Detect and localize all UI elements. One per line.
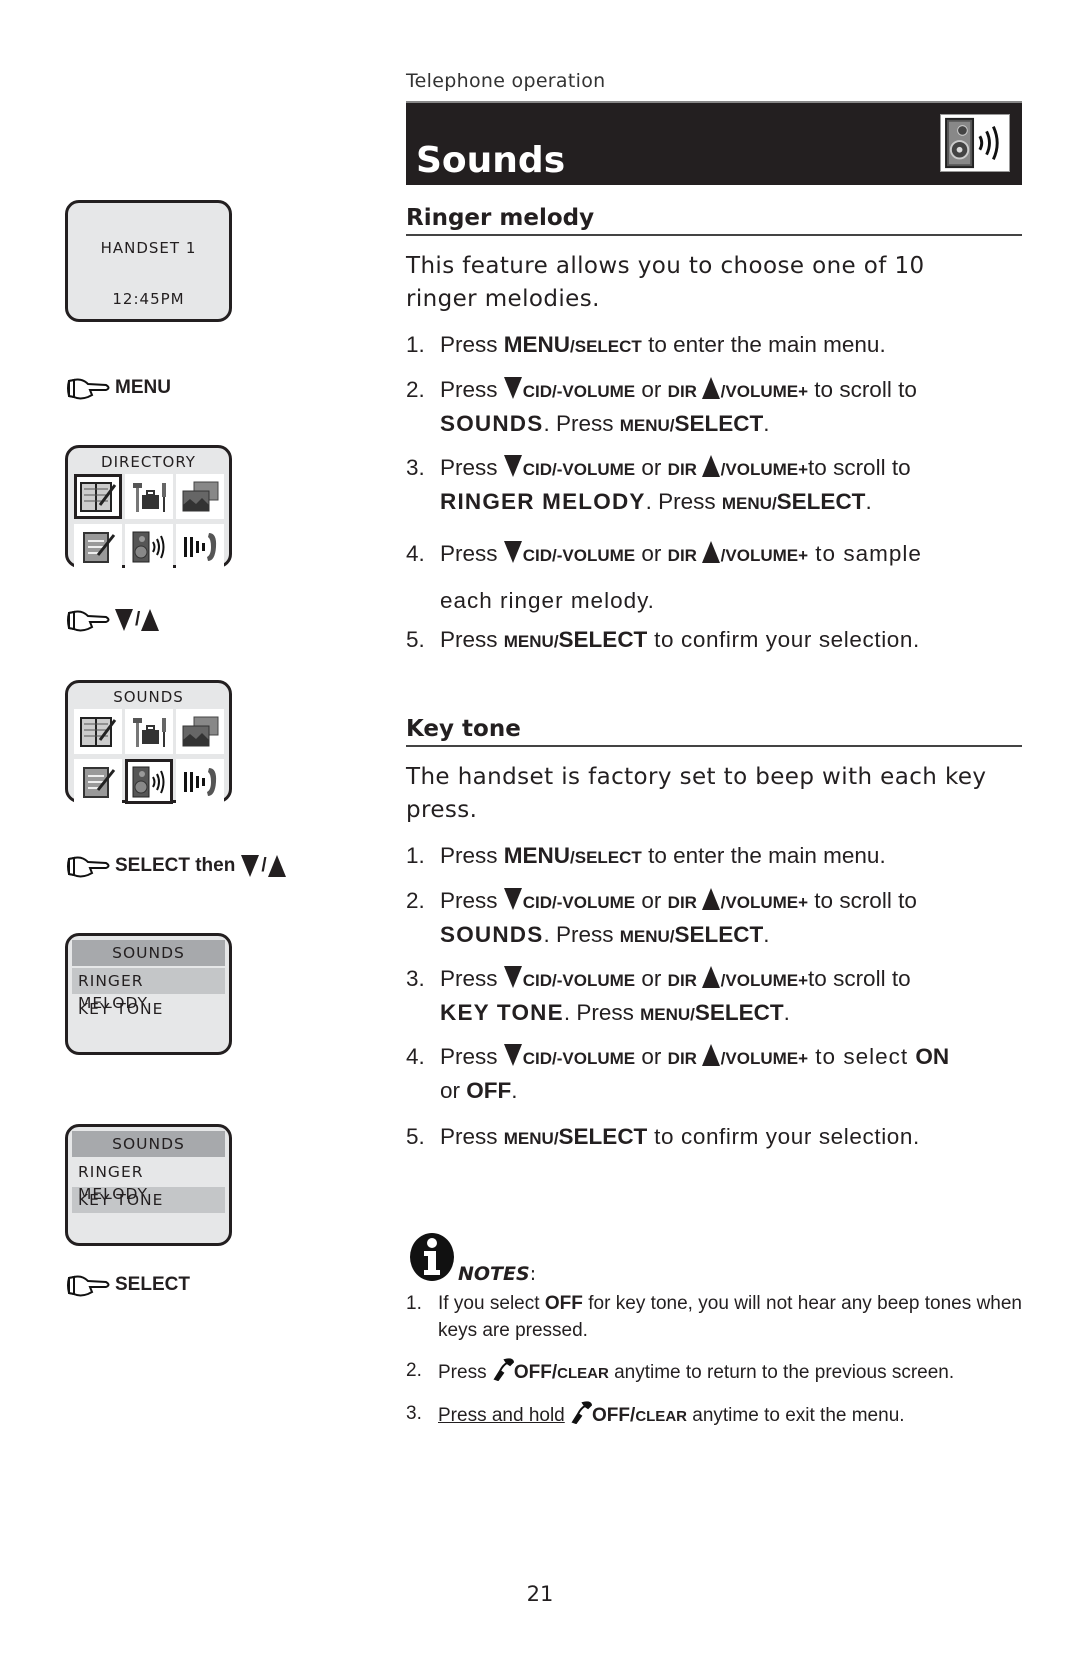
menu-screen-title: DIRECTORY — [101, 453, 196, 471]
section-label: Telephone operation — [406, 70, 606, 92]
list-header: SOUNDS — [72, 940, 225, 966]
up-arrow-icon — [701, 455, 720, 477]
handset-idle-screen: HANDSET 1 12:45PM — [65, 200, 232, 322]
picture-gallery-icon — [175, 709, 224, 754]
settings-tools-icon — [124, 709, 173, 754]
down-arrow-icon — [503, 888, 522, 910]
sounds-icon — [124, 759, 173, 804]
press-menu-instruction: MENU — [66, 375, 171, 401]
ringer-melody-intro: This feature allows you to choose one of… — [406, 253, 925, 312]
up-arrow-icon — [701, 377, 720, 399]
menu-screen-sounds: SOUNDS — [65, 680, 232, 804]
directory-icon — [73, 709, 122, 754]
down-arrow-icon — [503, 541, 522, 563]
sounds-list-screen-keytone: SOUNDS RINGER MELODY KEY TONE — [65, 1124, 232, 1246]
handset-time: 12:45PM — [112, 290, 185, 308]
key-tone-step-1: 1. Press MENU/SELECT to enter the main m… — [406, 843, 886, 868]
menu-screen-directory: DIRECTORY — [65, 445, 232, 569]
down-arrow-icon — [503, 1044, 522, 1066]
settings-tools-icon — [124, 474, 173, 519]
pointing-hand-icon — [67, 856, 110, 878]
page-title: Sounds — [416, 140, 566, 181]
note-3: 3. Press and hold OFF/CLEAR anytime to e… — [406, 1400, 1022, 1430]
sounds-icon — [124, 524, 173, 569]
down-arrow-icon — [241, 855, 260, 877]
ringer-step-3: 3. Press CID/-VOLUME or DIR /VOLUME+to s… — [406, 455, 911, 514]
up-arrow-icon — [701, 966, 720, 988]
key-tone-heading: Key tone — [406, 716, 1022, 747]
press-select-scroll-instruction: SELECT then / — [66, 853, 287, 879]
down-arrow-icon — [503, 455, 522, 477]
key-tone-step-2: 2. Press CID/-VOLUME or DIR /VOLUME+ to … — [406, 888, 917, 947]
up-arrow-icon — [701, 1044, 720, 1066]
menu-icon-grid — [68, 474, 229, 569]
list-header: SOUNDS — [72, 1131, 225, 1157]
list-item-ringer-melody: RINGER MELODY — [72, 968, 225, 1012]
phone-off-icon — [571, 1401, 593, 1424]
ringer-melody-heading: Ringer melody — [406, 205, 1022, 236]
key-tone-intro: The handset is factory set to beep with … — [406, 764, 987, 823]
pointing-hand-icon — [67, 1275, 110, 1297]
pointing-hand-icon — [67, 378, 110, 400]
ringer-step-2: 2. Press CID/-VOLUME or DIR /VOLUME+ to … — [406, 377, 917, 436]
up-arrow-icon — [141, 609, 160, 631]
note-2: 2. Press OFF/CLEAR anytime to return to … — [406, 1357, 1022, 1387]
page-title-bar: Sounds — [406, 101, 1022, 185]
ringer-step-1: 1. Press MENU/SELECT to enter the main m… — [406, 332, 886, 357]
key-tone-step-5: 5. Press MENU/SELECT to confirm your sel… — [406, 1124, 920, 1149]
memo-clipboard-icon — [73, 524, 122, 569]
list-item-key-tone: KEY TONE — [72, 1187, 225, 1213]
ringer-volume-icon — [175, 524, 224, 569]
handset-name: HANDSET 1 — [100, 239, 197, 257]
press-scroll-instruction: / — [66, 607, 160, 633]
phone-off-icon — [493, 1358, 514, 1381]
key-tone-step-4: 4. Press CID/-VOLUME or DIR /VOLUME+ to … — [406, 1044, 950, 1103]
ringer-step-4: 4. Press CID/-VOLUME or DIR /VOLUME+ to … — [406, 541, 922, 613]
up-arrow-icon — [701, 888, 720, 910]
picture-gallery-icon — [175, 474, 224, 519]
list-item-ringer-melody: RINGER MELODY — [78, 1163, 147, 1203]
ringer-volume-icon — [175, 759, 224, 804]
up-arrow-icon — [701, 541, 720, 563]
menu-icon-grid — [68, 709, 229, 804]
list-item-key-tone: KEY TONE — [78, 1000, 164, 1018]
down-arrow-icon — [503, 966, 522, 988]
ringer-step-5: 5. Press MENU/SELECT to confirm your sel… — [406, 627, 920, 652]
pointing-hand-icon — [67, 610, 110, 632]
down-arrow-icon — [503, 377, 522, 399]
memo-clipboard-icon — [73, 759, 122, 804]
up-arrow-icon — [267, 855, 286, 877]
notes-label: NOTES: — [458, 1263, 537, 1285]
down-arrow-icon — [115, 609, 133, 631]
note-1: 1. If you select OFF for key tone, you w… — [406, 1293, 1023, 1341]
sounds-list-screen-ringer: SOUNDS RINGER MELODY KEY TONE — [65, 933, 232, 1055]
page-number: 21 — [526, 1582, 554, 1606]
menu-screen-title: SOUNDS — [113, 688, 184, 706]
speaker-sound-icon — [940, 114, 1010, 172]
key-tone-step-3: 3. Press CID/-VOLUME or DIR /VOLUME+to s… — [406, 966, 911, 1025]
info-icon — [410, 1233, 454, 1281]
directory-icon — [73, 474, 122, 519]
press-select-instruction: SELECT — [66, 1272, 190, 1298]
